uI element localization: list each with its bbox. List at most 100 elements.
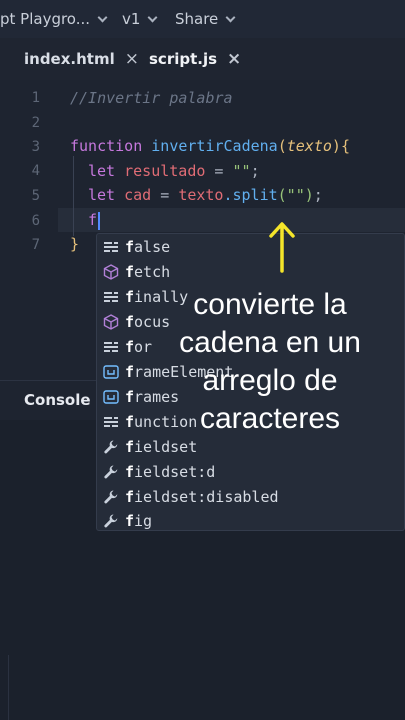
wrench-icon bbox=[102, 512, 120, 530]
code-method: .split bbox=[223, 186, 278, 204]
suggestion-rest: alse bbox=[134, 237, 171, 256]
code-paren: ( bbox=[277, 137, 287, 155]
suggestion-item[interactable]: fetch bbox=[97, 259, 402, 284]
line-number: 4 bbox=[31, 163, 40, 179]
keyword-icon bbox=[102, 413, 120, 431]
code-line-7: } bbox=[70, 235, 79, 253]
code-line-1: //Invertir palabra bbox=[70, 89, 233, 107]
line-number: 1 bbox=[31, 90, 40, 106]
keyword-icon bbox=[102, 338, 120, 356]
suggestion-match: f bbox=[125, 337, 135, 356]
suggestion-label: for bbox=[125, 338, 152, 356]
tab-label: script.js bbox=[149, 50, 218, 68]
suggestion-label: fieldset:d bbox=[125, 463, 215, 481]
version-label: v1 bbox=[122, 10, 141, 28]
chevron-down-icon bbox=[225, 12, 236, 22]
code-function-name: invertirCadena bbox=[151, 137, 278, 155]
suggestion-rest: ieldset:disabled bbox=[134, 487, 279, 506]
line-number: 2 bbox=[31, 115, 40, 131]
keyword-icon bbox=[102, 288, 120, 306]
suggestion-label: false bbox=[125, 238, 170, 256]
code-semicolon: ; bbox=[313, 186, 323, 204]
version-menu[interactable]: v1 bbox=[122, 10, 158, 28]
code-line-4: let resultado = ""; bbox=[88, 162, 260, 180]
code-variable: cad bbox=[124, 186, 152, 204]
file-tabs: index.html × script.js × bbox=[0, 38, 405, 80]
suggestion-rest: etch bbox=[134, 262, 171, 281]
code-operator: = bbox=[205, 162, 233, 180]
suggestion-rest: or bbox=[134, 337, 153, 356]
top-bar: pt Playgro... v1 Share bbox=[0, 0, 405, 38]
line-number: 3 bbox=[31, 139, 40, 155]
suggestion-match: f bbox=[125, 362, 135, 381]
suggestion-match: f bbox=[125, 511, 135, 530]
line-number: 6 bbox=[31, 213, 40, 229]
annotation-caption: convierte la cadena en un arreglo de car… bbox=[179, 288, 361, 435]
suggestion-rest: ieldset:d bbox=[134, 462, 216, 481]
code-line-5: let cad = texto.split(""); bbox=[88, 186, 323, 204]
code-brace: { bbox=[340, 137, 350, 155]
indent-guide bbox=[73, 156, 74, 236]
text-caret bbox=[98, 211, 101, 230]
code-brace: } bbox=[70, 235, 80, 253]
wrench-icon bbox=[102, 488, 120, 506]
suggestion-match: f bbox=[125, 487, 135, 506]
suggestion-label: fetch bbox=[125, 263, 170, 281]
suggestion-rest: ieldset bbox=[134, 437, 198, 456]
suggestion-match: f bbox=[125, 387, 135, 406]
suggestion-rest: ig bbox=[134, 511, 153, 530]
code-comment: //Invertir palabra bbox=[70, 89, 233, 107]
code-param: texto bbox=[286, 137, 332, 155]
code-string: "" bbox=[232, 162, 251, 180]
project-title-menu[interactable]: pt Playgro... bbox=[0, 10, 108, 28]
suggestion-item[interactable]: fieldset:d bbox=[97, 459, 402, 484]
code-keyword: let bbox=[88, 186, 116, 204]
suggestion-item[interactable]: fig bbox=[97, 508, 402, 533]
close-icon[interactable]: × bbox=[125, 49, 139, 69]
code-line-6: f bbox=[88, 211, 101, 230]
variable-icon bbox=[102, 388, 120, 406]
code-line-3: function invertirCadena(texto){ bbox=[70, 137, 350, 155]
code-variable: resultado bbox=[124, 162, 206, 180]
code-paren: ) bbox=[331, 137, 341, 155]
arrow-up-icon bbox=[269, 222, 295, 273]
suggestion-match: f bbox=[125, 237, 135, 256]
suggestion-match: f bbox=[125, 412, 135, 431]
code-variable: texto bbox=[178, 186, 224, 204]
suggestion-label: fieldset bbox=[125, 438, 197, 456]
suggestion-match: f bbox=[125, 287, 135, 306]
code-operator: = bbox=[151, 186, 179, 204]
method-icon bbox=[102, 313, 120, 331]
tab-label: index.html bbox=[24, 50, 115, 68]
suggestion-match: f bbox=[125, 262, 135, 281]
suggestion-match: f bbox=[125, 437, 135, 456]
share-menu[interactable]: Share bbox=[175, 10, 236, 28]
share-label: Share bbox=[175, 10, 219, 28]
suggestion-match: f bbox=[125, 312, 135, 331]
keyword-icon bbox=[102, 238, 120, 256]
suggestion-item[interactable]: false bbox=[97, 234, 402, 259]
code-string: ("") bbox=[277, 186, 314, 204]
suggestion-label: fig bbox=[125, 512, 152, 530]
current-line-highlight bbox=[58, 208, 405, 232]
tab-index-html[interactable]: index.html × bbox=[24, 49, 139, 69]
chevron-down-icon bbox=[147, 12, 158, 22]
wrench-icon bbox=[102, 438, 120, 456]
line-number: 5 bbox=[31, 188, 40, 204]
code-typed-text: f bbox=[88, 211, 98, 229]
line-number: 7 bbox=[31, 237, 40, 253]
method-icon bbox=[102, 263, 120, 281]
suggestion-item[interactable]: fieldset:disabled bbox=[97, 484, 402, 509]
code-keyword: function bbox=[70, 137, 143, 155]
code-keyword: let bbox=[88, 162, 116, 180]
variable-icon bbox=[102, 363, 120, 381]
suggestion-label: fieldset:disabled bbox=[125, 488, 279, 506]
console-title[interactable]: Console bbox=[24, 391, 91, 409]
suggestion-match: f bbox=[125, 462, 135, 481]
code-semicolon: ; bbox=[250, 162, 260, 180]
divider bbox=[8, 655, 9, 720]
project-title: pt Playgro... bbox=[0, 10, 91, 28]
tab-script-js[interactable]: script.js × bbox=[149, 49, 241, 69]
close-icon[interactable]: × bbox=[227, 49, 241, 69]
chevron-down-icon bbox=[97, 12, 108, 22]
